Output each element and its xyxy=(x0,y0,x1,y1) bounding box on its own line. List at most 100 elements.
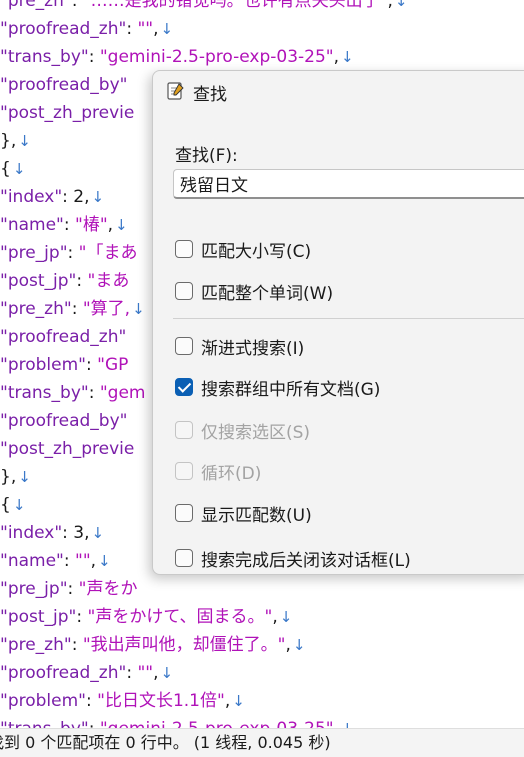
code-line: "proofread_by" xyxy=(0,71,127,99)
code-token: "proofread_by" xyxy=(0,411,128,431)
code-token: "trans_by" xyxy=(0,383,89,403)
code-token: "index" xyxy=(0,187,63,207)
code-token: , xyxy=(153,19,159,39)
code-token: "算了, xyxy=(82,299,131,319)
eol-arrow-icon: ↓ xyxy=(12,496,26,514)
option-checkbox[interactable] xyxy=(175,378,193,396)
code-token: "index" xyxy=(0,523,63,543)
code-token: }, xyxy=(0,467,17,487)
code-token: "……是我的错觉吗。也许有点失头出了" xyxy=(82,0,388,11)
option-label: 渐进式搜索(I) xyxy=(201,338,305,359)
eol-arrow-icon: ↓ xyxy=(292,636,306,654)
code-line: "proofread_zh": "", ↓ xyxy=(0,15,173,43)
dialog-titlebar[interactable]: 查找 xyxy=(153,71,524,113)
code-token: "proofread_zh" xyxy=(0,19,127,39)
code-token: "pre_zh" xyxy=(0,635,72,655)
option-label: 搜索完成后关闭该对话框(L) xyxy=(201,550,411,571)
eol-arrow-icon: ↓ xyxy=(232,692,245,710)
option-checkbox xyxy=(175,462,193,480)
option-row: 仅搜索选区(S) xyxy=(175,417,310,443)
code-line: "index": 2, ↓ xyxy=(0,183,104,211)
code-token: "「まあ xyxy=(78,243,138,263)
option-row[interactable]: 搜索群组中所有文档(G) xyxy=(175,374,380,400)
option-checkbox[interactable] xyxy=(175,549,193,567)
status-bar: 找到 0 个匹配项在 0 行中。 (1 线程, 0.045 秒) xyxy=(0,728,524,757)
code-token: , xyxy=(107,215,114,235)
code-token: "" xyxy=(75,551,91,571)
code-line: {↓ xyxy=(0,155,25,183)
option-row[interactable]: 显示匹配数(U) xyxy=(175,500,312,526)
code-token: : xyxy=(71,0,83,11)
option-row[interactable]: 搜索完成后关闭该对话框(L) xyxy=(175,545,411,571)
code-token: : 2, xyxy=(62,187,90,207)
code-token: "post_zh_previe xyxy=(0,103,135,123)
option-row[interactable]: 渐进式搜索(I) xyxy=(175,333,304,359)
code-token: "post_zh_previe xyxy=(0,439,135,459)
code-token: : xyxy=(63,215,75,235)
code-token: : xyxy=(71,299,83,319)
code-line: "proofread_zh" xyxy=(0,323,126,351)
code-token: : xyxy=(85,691,98,711)
find-input[interactable] xyxy=(173,169,524,199)
option-row[interactable]: 匹配大小写(C) xyxy=(175,236,311,262)
code-token: , xyxy=(224,691,231,711)
code-token: , xyxy=(90,551,97,571)
option-checkbox[interactable] xyxy=(175,240,193,258)
code-line: }, ↓ xyxy=(0,463,31,491)
status-text: 找到 0 个匹配项在 0 行中。 (1 线程, 0.045 秒) xyxy=(0,733,331,752)
code-token: "gemini-2.5-pro-exp-03-25" xyxy=(99,47,334,67)
code-token: "まあ xyxy=(87,271,130,291)
code-token: "proofread_by" xyxy=(0,75,128,95)
code-token: "post_jp" xyxy=(0,607,77,627)
code-token: : xyxy=(89,719,100,728)
option-row[interactable]: 匹配整个单词(W) xyxy=(175,278,333,304)
eol-arrow-icon: ↓ xyxy=(91,524,105,542)
code-token: , xyxy=(272,607,278,627)
eol-arrow-icon: ↓ xyxy=(132,300,145,318)
eol-arrow-icon: ↓ xyxy=(98,552,111,570)
code-token: : xyxy=(63,551,75,571)
code-line: "post_jp": "まあ xyxy=(0,267,129,295)
code-token: "pre_jp" xyxy=(0,243,68,263)
code-line: {↓ xyxy=(0,491,25,519)
code-line: "pre_jp": "「まあ xyxy=(0,239,138,267)
code-token: "比日文长1.1倍" xyxy=(97,691,225,711)
code-token: "gemini-2.5-pro-exp-03-25" xyxy=(100,719,334,728)
code-line: "post_zh_previe xyxy=(0,99,134,127)
option-checkbox[interactable] xyxy=(175,337,193,355)
eol-arrow-icon: ↓ xyxy=(160,664,174,682)
code-token: "proofread_zh" xyxy=(0,663,127,683)
code-token: : xyxy=(126,663,138,683)
find-label: 查找(F): xyxy=(175,146,238,166)
option-label: 匹配整个单词(W) xyxy=(201,283,334,304)
code-token: "GP xyxy=(97,355,129,375)
eol-arrow-icon: ↓ xyxy=(279,608,293,626)
eol-arrow-icon: ↓ xyxy=(115,216,128,234)
code-line: "pre_zh": "……是我的错觉吗。也许有点失头出了", ↓ xyxy=(0,0,407,15)
code-token: : xyxy=(71,635,83,655)
option-checkbox[interactable] xyxy=(175,282,193,300)
option-label: 显示匹配数(U) xyxy=(201,505,312,526)
notepad-icon xyxy=(167,82,184,100)
code-token: "声をかけて、固まる。" xyxy=(87,607,273,627)
option-label: 循环(D) xyxy=(201,463,262,484)
code-token: , xyxy=(387,0,393,11)
code-line: "pre_zh": "算了, ↓ xyxy=(0,295,145,323)
code-token: "post_jp" xyxy=(0,271,77,291)
code-token: { xyxy=(0,495,11,515)
code-token: { xyxy=(0,159,11,179)
code-token: : xyxy=(67,243,79,263)
code-line: }, ↓ xyxy=(0,127,31,155)
code-token: "name" xyxy=(0,215,64,235)
code-token: "" xyxy=(137,19,154,39)
code-line: "name": "", ↓ xyxy=(0,547,111,575)
code-token: "" xyxy=(137,663,154,683)
code-token: : xyxy=(67,579,79,599)
code-token: "椿" xyxy=(75,215,108,235)
code-line: "post_jp": "声をかけて、固まる。", ↓ xyxy=(0,603,292,631)
eol-arrow-icon: ↓ xyxy=(341,720,354,728)
code-line: "proofread_zh": "", ↓ xyxy=(0,659,173,687)
code-token: "pre_zh" xyxy=(0,0,72,11)
code-token: "proofread_zh" xyxy=(0,327,127,347)
option-checkbox[interactable] xyxy=(175,504,193,522)
